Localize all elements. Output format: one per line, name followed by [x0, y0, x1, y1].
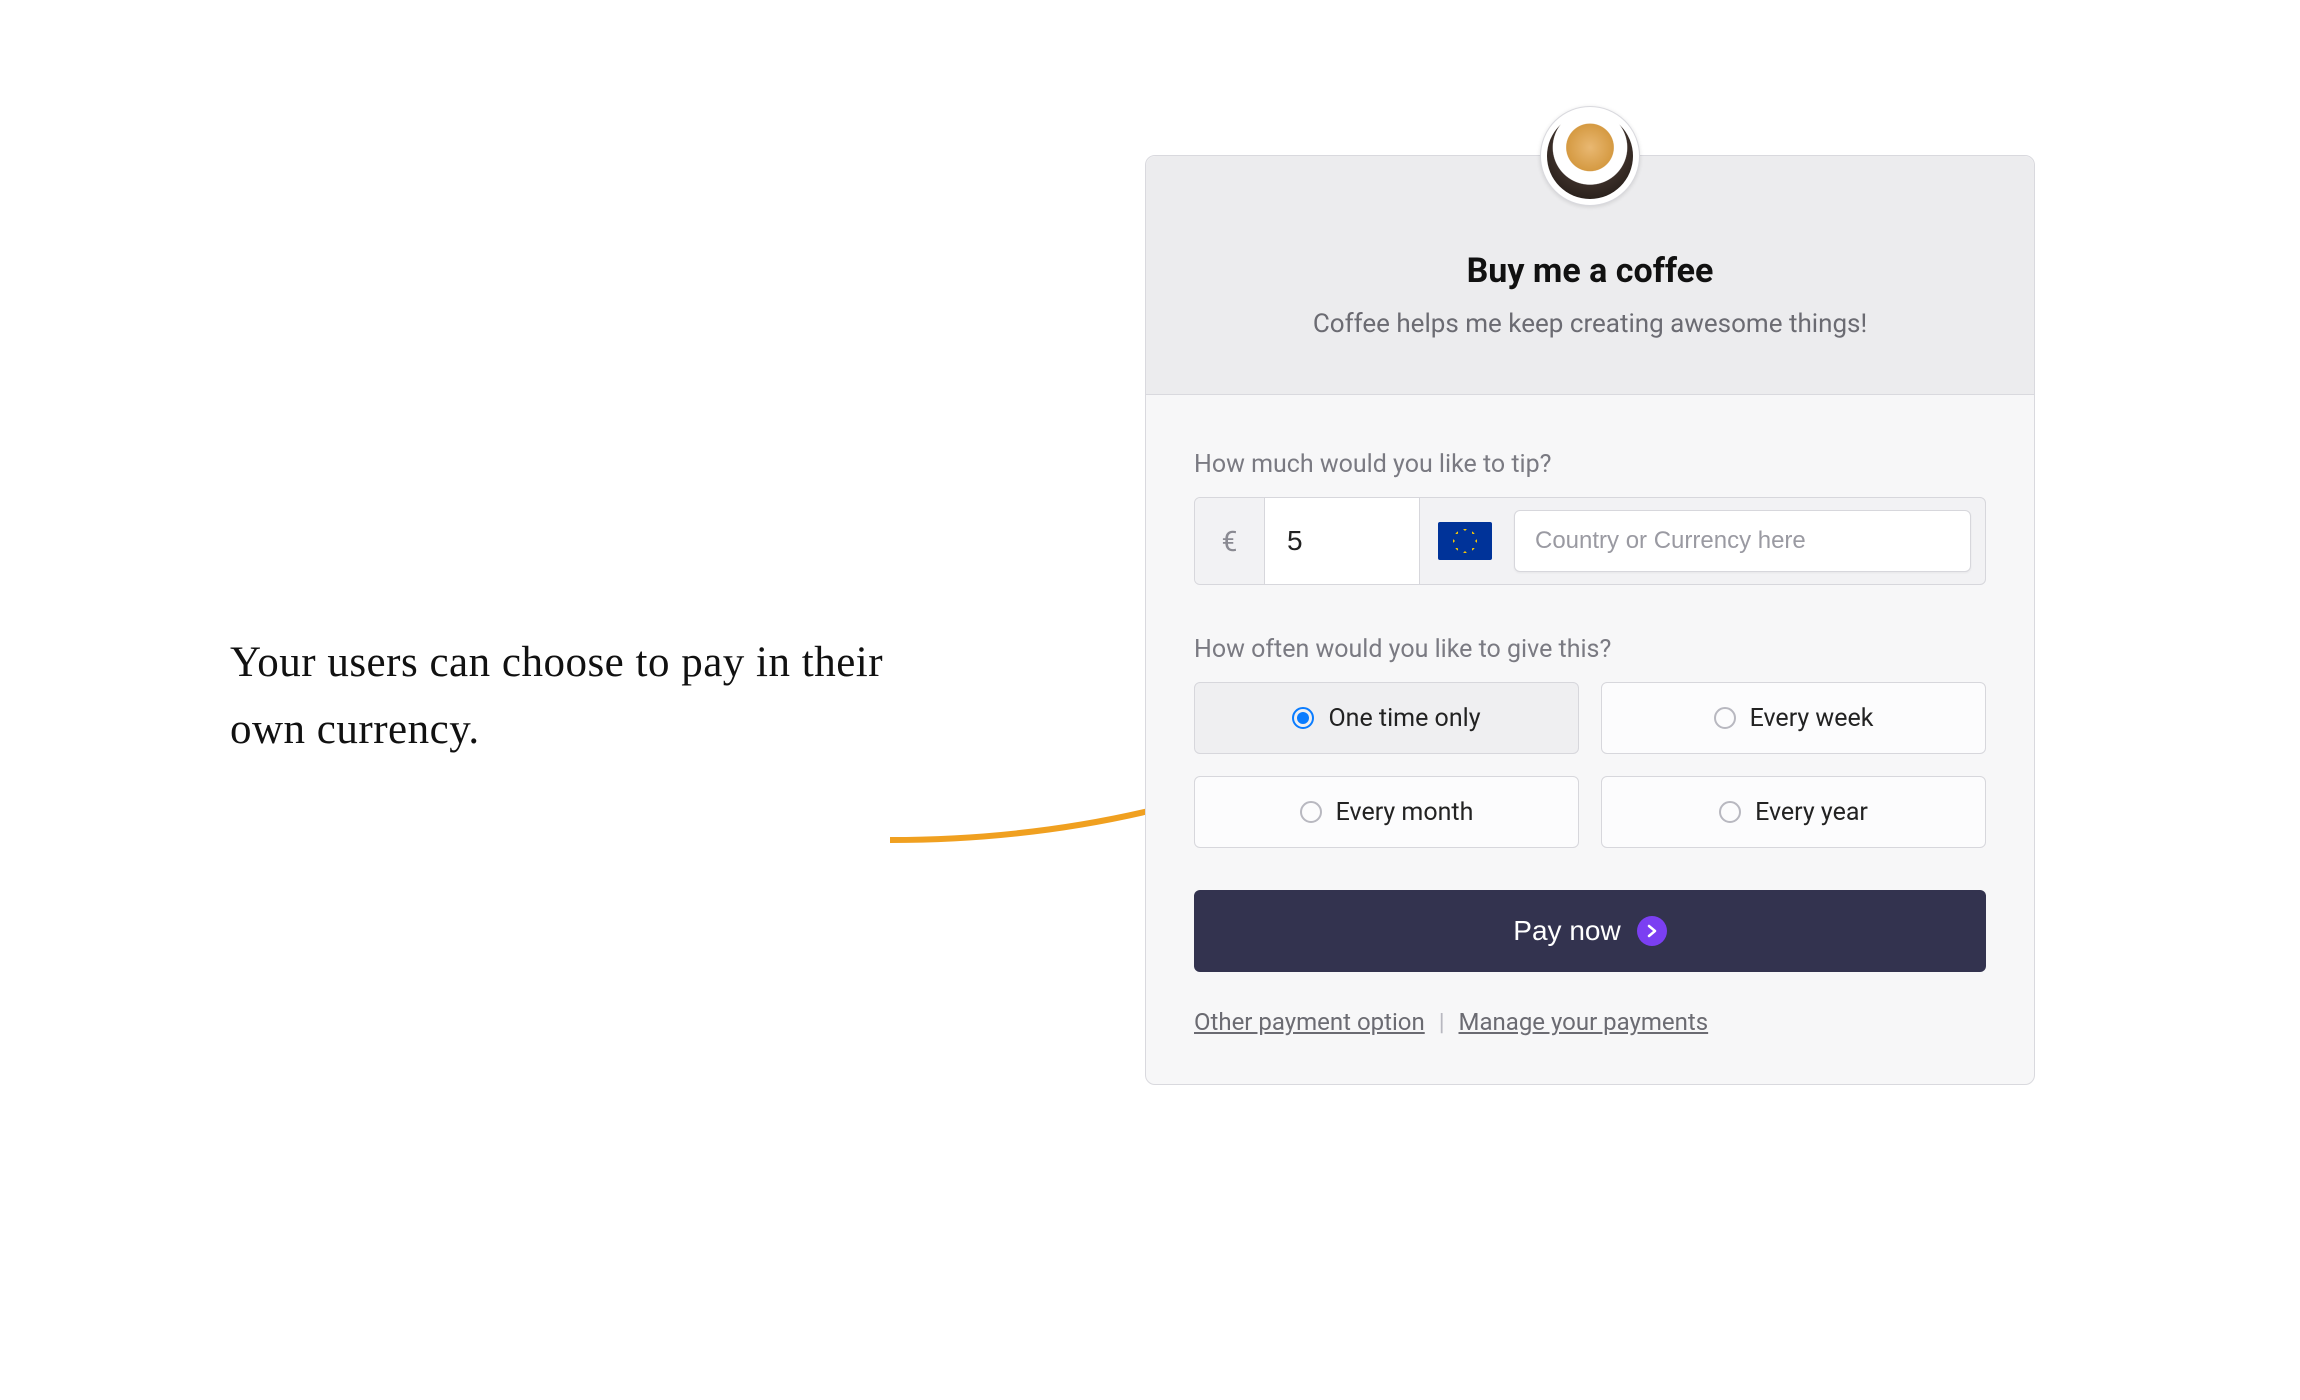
footer-separator: | — [1439, 1008, 1445, 1036]
frequency-option-weekly[interactable]: Every week — [1601, 682, 1986, 754]
frequency-option-one-time[interactable]: One time only — [1194, 682, 1579, 754]
chevron-right-icon — [1637, 916, 1667, 946]
tip-amount-label: How much would you like to tip? — [1194, 450, 1986, 479]
frequency-label: How often would you like to give this? — [1194, 635, 1986, 664]
currency-search-input[interactable] — [1514, 510, 1971, 572]
eu-flag-icon — [1438, 522, 1492, 560]
frequency-option-monthly[interactable]: Every month — [1194, 776, 1579, 848]
tip-amount-row: € — [1194, 497, 1986, 585]
manage-payments-link[interactable]: Manage your payments — [1459, 1008, 1709, 1036]
frequency-grid: One time only Every week Every month Eve… — [1194, 682, 1986, 848]
coffee-icon — [1547, 113, 1633, 199]
radio-icon — [1714, 707, 1736, 729]
frequency-option-yearly[interactable]: Every year — [1601, 776, 1986, 848]
pay-now-label: Pay now — [1513, 915, 1620, 947]
pay-now-button[interactable]: Pay now — [1194, 890, 1986, 972]
radio-icon — [1719, 801, 1741, 823]
frequency-option-label: One time only — [1328, 704, 1480, 733]
card-body: How much would you like to tip? € How of… — [1146, 395, 2034, 1084]
avatar — [1540, 106, 1640, 206]
other-payment-link[interactable]: Other payment option — [1194, 1008, 1425, 1036]
frequency-option-label: Every week — [1750, 704, 1874, 733]
currency-search-wrap — [1510, 498, 1985, 584]
card-subtitle: Coffee helps me keep creating awesome th… — [1186, 309, 1994, 339]
frequency-option-label: Every month — [1336, 798, 1474, 827]
currency-symbol: € — [1195, 498, 1265, 584]
tip-amount-input[interactable] — [1265, 498, 1420, 584]
card-header: Buy me a coffee Coffee helps me keep cre… — [1146, 156, 2034, 395]
tip-card: Buy me a coffee Coffee helps me keep cre… — [1145, 155, 2035, 1085]
frequency-option-label: Every year — [1755, 798, 1868, 827]
footer-links: Other payment option | Manage your payme… — [1194, 1008, 1986, 1036]
radio-icon — [1292, 707, 1314, 729]
radio-icon — [1300, 801, 1322, 823]
annotation-text: Your users can choose to pay in their ow… — [230, 630, 930, 763]
currency-flag-cell[interactable] — [1420, 498, 1510, 584]
card-title: Buy me a coffee — [1186, 251, 1994, 291]
